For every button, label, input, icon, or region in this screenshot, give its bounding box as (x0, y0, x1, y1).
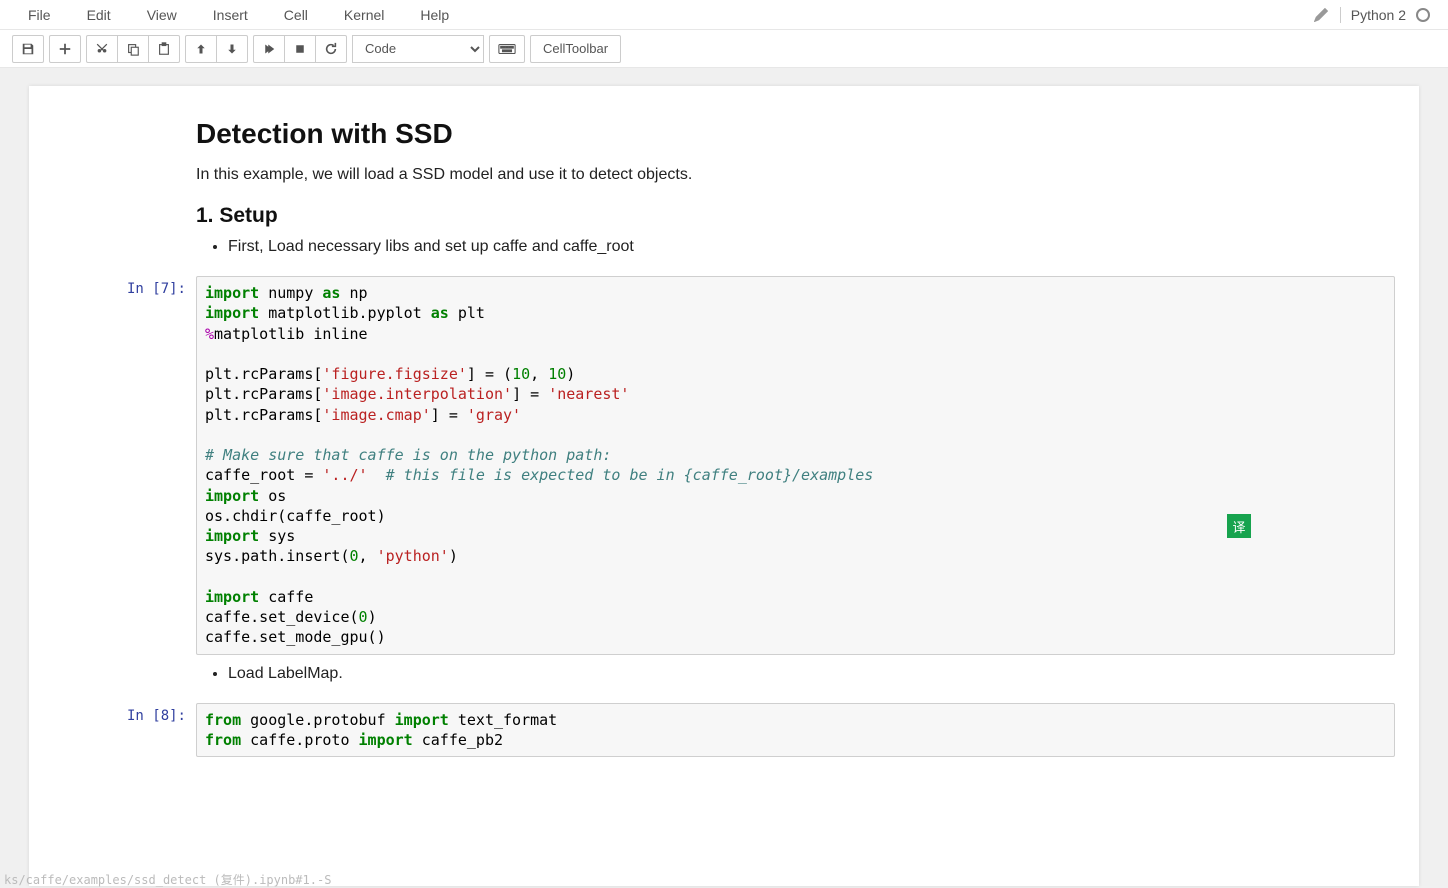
menu-view[interactable]: View (129, 3, 195, 27)
paste-button[interactable] (148, 35, 180, 63)
menu-help[interactable]: Help (402, 3, 467, 27)
arrow-down-icon (226, 43, 238, 55)
page-title: Detection with SSD (196, 118, 1395, 150)
list-item: Load LabelMap. (228, 665, 1395, 683)
menu-edit[interactable]: Edit (69, 3, 129, 27)
kernel-indicator-icon (1416, 8, 1430, 22)
move-down-button[interactable] (216, 35, 248, 63)
arrow-up-icon (195, 43, 207, 55)
prompt (41, 659, 196, 699)
cell-type-select[interactable]: Code (352, 35, 484, 63)
keyboard-icon (498, 43, 516, 55)
input-prompt: In [7]: (41, 276, 196, 655)
code-cell[interactable]: In [8]: from google.protobuf import text… (29, 701, 1419, 760)
menu-cell[interactable]: Cell (266, 3, 326, 27)
markdown-cell[interactable]: Detection with SSD In this example, we w… (29, 116, 1419, 274)
save-button[interactable] (12, 35, 44, 63)
prompt (41, 118, 196, 272)
celltoolbar-button[interactable]: CellToolbar (530, 35, 621, 63)
section-heading: 1. Setup (196, 204, 1395, 228)
input-prompt: In [8]: (41, 703, 196, 758)
translate-badge[interactable]: 译 (1227, 514, 1251, 538)
move-up-button[interactable] (185, 35, 217, 63)
markdown-cell[interactable]: Load LabelMap. (29, 657, 1419, 701)
menu-file[interactable]: File (10, 3, 69, 27)
code-editor[interactable]: from google.protobuf import text_format … (196, 703, 1395, 758)
notebook-area: Detection with SSD In this example, we w… (0, 68, 1448, 888)
restart-button[interactable] (315, 35, 347, 63)
paste-icon (157, 42, 171, 56)
command-palette-button[interactable] (489, 35, 525, 63)
cut-button[interactable] (86, 35, 118, 63)
statusbar-url-fragment: ks/caffe/examples/ssd_detect (复件).ipynb#… (0, 871, 335, 888)
save-icon (21, 42, 35, 56)
menu-insert[interactable]: Insert (195, 3, 266, 27)
copy-icon (126, 42, 140, 56)
menubar: File Edit View Insert Cell Kernel Help P… (0, 0, 1448, 30)
code-cell[interactable]: In [7]: import numpy as np import matplo… (29, 274, 1419, 657)
intro-text: In this example, we will load a SSD mode… (196, 166, 1395, 184)
interrupt-button[interactable] (284, 35, 316, 63)
run-icon (263, 43, 275, 55)
edit-notebook-name-icon[interactable] (1314, 8, 1328, 22)
restart-icon (324, 42, 338, 56)
copy-button[interactable] (117, 35, 149, 63)
toolbar: Code CellToolbar (0, 30, 1448, 68)
kernel-name: Python 2 (1340, 7, 1406, 23)
list-item: First, Load necessary libs and set up ca… (228, 238, 1395, 256)
stop-icon (294, 43, 306, 55)
insert-cell-button[interactable] (49, 35, 81, 63)
notebook-page: Detection with SSD In this example, we w… (29, 86, 1419, 886)
code-editor[interactable]: import numpy as np import matplotlib.pyp… (196, 276, 1395, 655)
plus-icon (58, 42, 72, 56)
cut-icon (95, 42, 109, 56)
menu-kernel[interactable]: Kernel (326, 3, 402, 27)
run-button[interactable] (253, 35, 285, 63)
